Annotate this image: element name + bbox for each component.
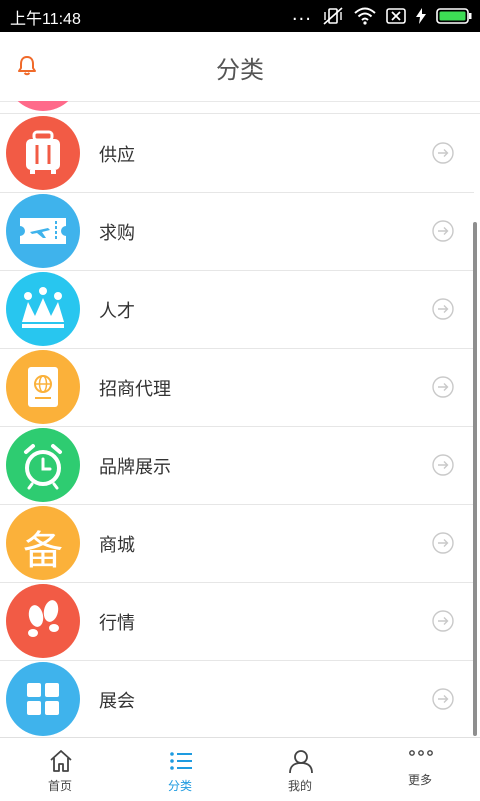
category-item-brand[interactable]: 品牌展示 — [0, 426, 474, 505]
category-item-purchase[interactable]: 求购 — [0, 192, 474, 271]
tab-label: 更多 — [407, 773, 432, 787]
category-label: 展会 — [99, 691, 135, 712]
wifi-icon — [354, 7, 376, 25]
category-label: 行情 — [99, 613, 135, 634]
vibrate-off-icon — [323, 7, 343, 25]
tab-label: 我的 — [287, 779, 312, 793]
category-label: 商城 — [99, 535, 135, 556]
list-item-partial[interactable] — [0, 101, 480, 114]
category-item-franchise[interactable]: 招商代理 — [0, 348, 474, 427]
category-label: 招商代理 — [99, 379, 171, 400]
arrow-right-circle-icon[interactable] — [432, 610, 454, 632]
charging-icon — [416, 8, 426, 24]
arrow-right-circle-icon[interactable] — [432, 532, 454, 554]
category-item-mall[interactable]: 备 商城 — [0, 504, 474, 583]
scrollbar[interactable] — [473, 222, 477, 736]
list-icon — [170, 752, 192, 770]
battery-icon — [436, 8, 472, 24]
more-icon — [409, 750, 433, 756]
no-sim-icon — [386, 8, 406, 24]
category-item-exhibition[interactable]: 展会 — [0, 660, 474, 737]
partial-category-icon — [6, 101, 80, 111]
status-time: 上午11:48 — [10, 11, 81, 28]
luggage-icon — [6, 116, 80, 190]
category-label: 人才 — [99, 301, 135, 322]
category-item-market[interactable]: 行情 — [0, 582, 474, 661]
category-list[interactable]: 供应 求购 人才 招商代理 品牌展示 备 商城 行情 展会 — [0, 101, 480, 737]
category-label: 供应 — [99, 145, 135, 166]
arrow-right-circle-icon[interactable] — [432, 298, 454, 320]
app-header: 分类 — [0, 32, 480, 102]
category-item-supply[interactable]: 供应 — [0, 114, 474, 193]
home-icon — [50, 750, 72, 772]
arrow-right-circle-icon[interactable] — [432, 454, 454, 476]
page-title: 分类 — [216, 56, 264, 84]
category-item-talent[interactable]: 人才 — [0, 270, 474, 349]
crown-icon — [6, 272, 80, 346]
tab-home[interactable]: 首页 — [0, 738, 120, 801]
ticket-plane-icon — [6, 194, 80, 268]
footprints-icon — [6, 584, 80, 658]
arrow-right-circle-icon[interactable] — [432, 376, 454, 398]
bei-glyph: 备 — [23, 528, 63, 574]
bottom-tab-bar: 首页 分类 我的 更多 — [0, 737, 480, 801]
tab-label: 分类 — [167, 779, 192, 793]
grid-icon — [6, 662, 80, 736]
category-label: 求购 — [99, 223, 135, 244]
tab-label: 首页 — [47, 779, 72, 793]
status-bar: 上午11:48 ... — [0, 0, 480, 32]
arrow-right-circle-icon[interactable] — [432, 142, 454, 164]
alarm-clock-icon — [6, 428, 80, 502]
arrow-right-circle-icon[interactable] — [432, 688, 454, 710]
category-label: 品牌展示 — [99, 457, 171, 478]
status-icons: ... — [291, 3, 472, 26]
arrow-right-circle-icon[interactable] — [432, 220, 454, 242]
status-dots: ... — [291, 3, 312, 25]
passport-icon — [6, 350, 80, 424]
tab-more[interactable]: 更多 — [360, 738, 480, 801]
user-icon — [289, 750, 313, 774]
tab-mine[interactable]: 我的 — [240, 738, 360, 801]
tab-category[interactable]: 分类 — [120, 738, 240, 801]
bei-character-icon: 备 — [6, 506, 80, 580]
